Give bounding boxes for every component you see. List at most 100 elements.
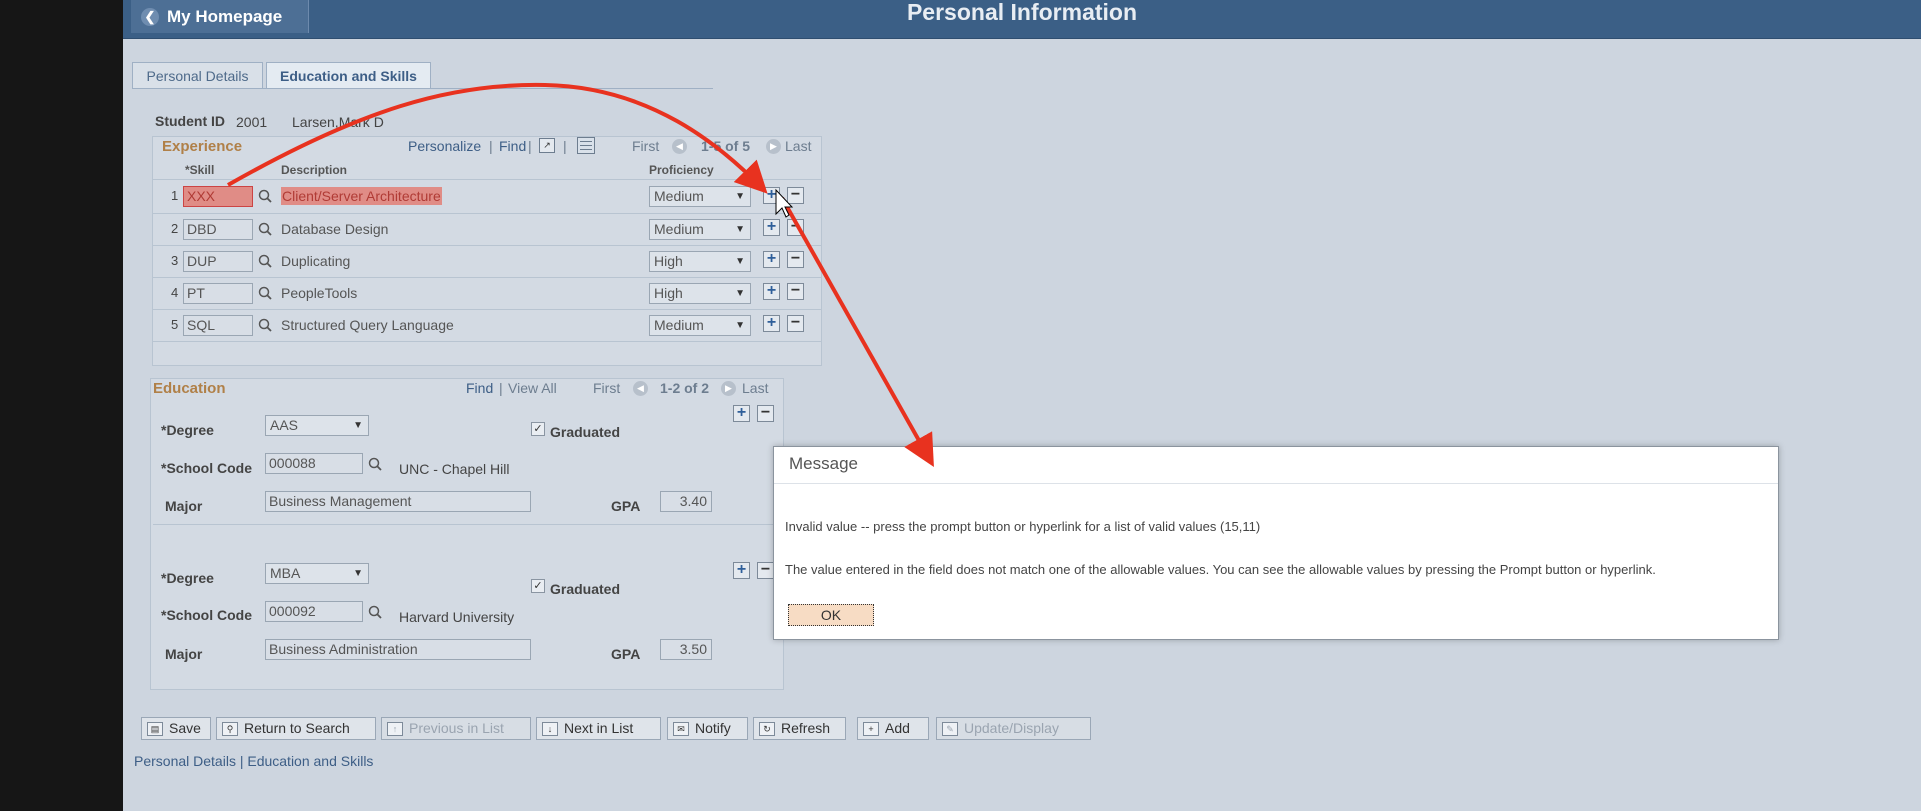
lookup-search-icon[interactable] <box>368 457 382 471</box>
skill-input[interactable]: DBD <box>183 219 253 240</box>
delete-education-button[interactable]: − <box>757 562 774 579</box>
proficiency-value: High <box>654 285 683 301</box>
lookup-search-icon[interactable] <box>258 254 272 268</box>
experience-last-label[interactable]: Last <box>785 138 811 154</box>
next-in-list-label: Next in List <box>564 720 634 736</box>
skill-description: PeopleTools <box>281 285 358 301</box>
proficiency-select[interactable]: Medium ▼ <box>649 186 751 207</box>
previous-in-list-icon: ↑ <box>387 721 403 736</box>
major-label: Major <box>165 498 203 514</box>
proficiency-value: Medium <box>654 221 704 237</box>
add-button[interactable]: + Add <box>857 717 929 740</box>
previous-icon[interactable]: ◀ <box>633 381 648 396</box>
add-education-button[interactable]: + <box>733 562 750 579</box>
row-number: 2 <box>171 221 179 236</box>
skill-input[interactable]: DUP <box>183 251 253 272</box>
major-input[interactable]: Business Administration <box>265 639 531 660</box>
school-code-input[interactable]: 000088 <box>265 453 363 474</box>
experience-personalize-link[interactable]: Personalize <box>408 138 481 154</box>
add-education-button[interactable]: + <box>733 405 750 422</box>
gpa-input[interactable]: 3.40 <box>660 491 712 512</box>
lookup-search-icon[interactable] <box>368 605 382 619</box>
delete-row-button[interactable]: − <box>787 187 804 204</box>
add-row-button[interactable]: + <box>763 283 780 300</box>
experience-find-link[interactable]: Find <box>499 138 526 154</box>
education-title: Education <box>153 380 226 397</box>
notify-icon: ✉ <box>673 721 689 736</box>
footer-link-personal-details[interactable]: Personal Details <box>134 753 236 769</box>
left-margin <box>0 0 123 811</box>
education-find-link[interactable]: Find <box>466 380 493 396</box>
nav-separator: | <box>563 138 567 154</box>
row-divider <box>153 245 821 246</box>
tab-personal-details[interactable]: Personal Details <box>132 62 263 89</box>
delete-row-button[interactable]: − <box>787 251 804 268</box>
skill-input[interactable]: XXX <box>183 186 253 207</box>
proficiency-select[interactable]: Medium ▼ <box>649 219 751 240</box>
skill-description: Structured Query Language <box>281 317 454 333</box>
skill-description: Duplicating <box>281 253 351 269</box>
education-range: 1-2 of 2 <box>660 380 710 396</box>
return-to-search-button[interactable]: ⚲ Return to Search <box>216 717 376 740</box>
proficiency-select[interactable]: Medium ▼ <box>649 315 751 336</box>
degree-label: *Degree <box>161 422 214 438</box>
add-row-button[interactable]: + <box>763 187 780 204</box>
gpa-input[interactable]: 3.50 <box>660 639 712 660</box>
add-row-button[interactable]: + <box>763 251 780 268</box>
degree-select[interactable]: AAS ▼ <box>265 415 369 436</box>
row-number: 3 <box>171 253 179 268</box>
education-first-label[interactable]: First <box>593 380 620 396</box>
next-in-list-button[interactable]: ↓ Next in List <box>536 717 661 740</box>
lookup-search-icon[interactable] <box>258 286 272 300</box>
graduated-checkbox[interactable]: ✓ <box>531 422 545 436</box>
education-view-all-link[interactable]: View All <box>508 380 557 396</box>
school-name: UNC - Chapel Hill <box>399 461 510 477</box>
degree-label: *Degree <box>161 570 214 586</box>
lookup-search-icon[interactable] <box>258 189 272 203</box>
new-window-icon[interactable]: ↗ <box>539 138 555 153</box>
dialog-ok-button[interactable]: OK <box>788 604 874 626</box>
tab-education-and-skills[interactable]: Education and Skills <box>266 62 431 89</box>
major-input[interactable]: Business Management <box>265 491 531 512</box>
education-last-label[interactable]: Last <box>742 380 768 396</box>
delete-row-button[interactable]: − <box>787 283 804 300</box>
save-button[interactable]: ▤ Save <box>141 717 211 740</box>
school-code-input[interactable]: 000092 <box>265 601 363 622</box>
dropdown-arrow-icon: ▼ <box>735 320 745 331</box>
dropdown-arrow-icon: ▼ <box>735 224 745 235</box>
footer-link-education-skills[interactable]: Education and Skills <box>247 753 373 769</box>
footer-links: Personal Details | Education and Skills <box>134 753 373 769</box>
dialog-detail-message: The value entered in the field does not … <box>785 562 1656 577</box>
proficiency-value: High <box>654 253 683 269</box>
skill-input[interactable]: PT <box>183 283 253 304</box>
notify-button[interactable]: ✉ Notify <box>667 717 748 740</box>
download-grid-icon[interactable] <box>577 137 595 154</box>
proficiency-select[interactable]: High ▼ <box>649 251 751 272</box>
degree-select[interactable]: MBA ▼ <box>265 563 369 584</box>
school-name: Harvard University <box>399 609 515 625</box>
delete-education-button[interactable]: − <box>757 405 774 422</box>
delete-row-button[interactable]: − <box>787 219 804 236</box>
experience-first-label[interactable]: First <box>632 138 659 154</box>
skill-input[interactable]: SQL <box>183 315 253 336</box>
next-icon[interactable]: ▶ <box>721 381 736 396</box>
dropdown-arrow-icon: ▼ <box>735 256 745 267</box>
add-row-button[interactable]: + <box>763 219 780 236</box>
next-icon[interactable]: ▶ <box>766 139 781 154</box>
previous-in-list-button[interactable]: ↑ Previous in List <box>381 717 531 740</box>
add-row-button[interactable]: + <box>763 315 780 332</box>
row-divider <box>153 277 821 278</box>
row-divider <box>153 179 821 180</box>
footer-link-separator: | <box>239 753 244 769</box>
row-divider <box>153 309 821 310</box>
graduated-checkbox[interactable]: ✓ <box>531 579 545 593</box>
delete-row-button[interactable]: − <box>787 315 804 332</box>
lookup-search-icon[interactable] <box>258 318 272 332</box>
column-skill-header: *Skill <box>185 163 215 177</box>
update-display-button[interactable]: ✎ Update/Display <box>936 717 1091 740</box>
proficiency-select[interactable]: High ▼ <box>649 283 751 304</box>
refresh-button[interactable]: ↻ Refresh <box>753 717 846 740</box>
lookup-search-icon[interactable] <box>258 222 272 236</box>
gpa-label: GPA <box>611 646 641 662</box>
previous-icon[interactable]: ◀ <box>672 139 687 154</box>
